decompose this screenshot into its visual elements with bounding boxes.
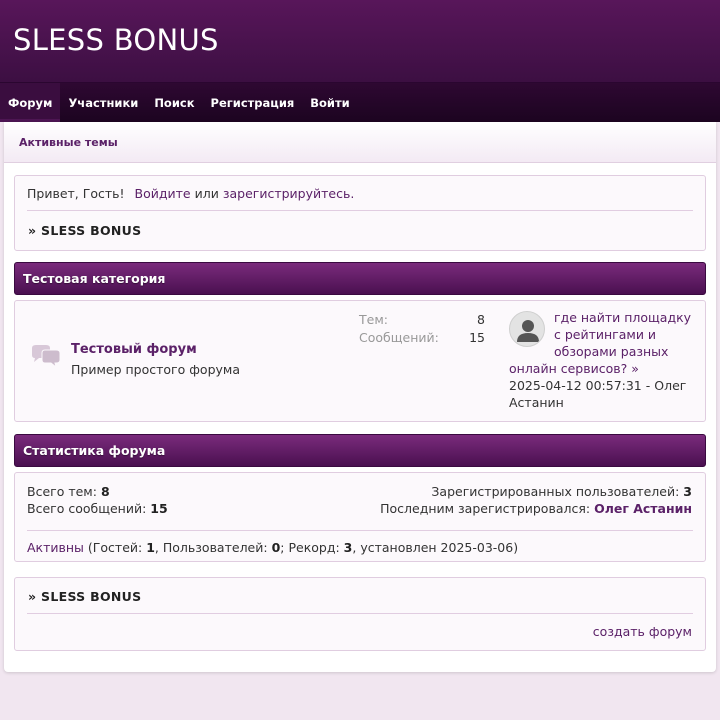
- nav-search[interactable]: Поиск: [146, 83, 202, 122]
- welcome-line: Привет, Гость! Войдите или зарегистрируй…: [27, 186, 354, 201]
- total-posts-label: Всего сообщений:: [27, 501, 147, 516]
- main-nav: Форум Участники Поиск Регистрация Войти: [0, 82, 720, 122]
- forum-stats: Тем: 8 Сообщений: 15: [359, 311, 485, 347]
- stats-box: Всего тем: 8 Всего сообщений: 15 Зарегис…: [14, 472, 706, 562]
- nav-login[interactable]: Войти: [302, 83, 357, 122]
- divider: [27, 210, 693, 211]
- topics-label: Тем:: [359, 312, 388, 327]
- register-link[interactable]: зарегистрируйтесь: [223, 186, 351, 201]
- last-registered-row: Последним зарегистрировался: Олег Астани…: [380, 500, 692, 517]
- registered-row: Зарегистрированных пользователей: 3: [380, 483, 692, 500]
- breadcrumb-arrow: »: [28, 223, 37, 238]
- last-registered-user-link[interactable]: Олег Астанин: [594, 501, 692, 516]
- registered-value: 3: [683, 484, 692, 499]
- total-posts-row: Всего сообщений: 15: [27, 500, 168, 517]
- posts-label: Сообщений:: [359, 330, 439, 345]
- forum-description: Пример простого форума: [71, 362, 240, 377]
- online-open: (Гостей:: [87, 540, 143, 555]
- posts-value: 15: [469, 330, 485, 345]
- last-post-meta: 2025-04-12 00:57:31 - Олег Астанин: [509, 377, 695, 411]
- breadcrumb: » SLESS BONUS: [28, 223, 141, 238]
- last-post: где найти площадку с рейтингами и обзора…: [509, 309, 695, 411]
- nav-forum[interactable]: Форум: [0, 83, 61, 122]
- category-title[interactable]: Тестовая категория: [23, 271, 165, 286]
- create-forum-link[interactable]: создать форум: [593, 624, 692, 639]
- registered-label: Зарегистрированных пользователей:: [431, 484, 680, 499]
- users-label: , Пользователей:: [154, 540, 268, 555]
- login-link[interactable]: Войдите: [135, 186, 191, 201]
- site-header: SLESS BONUS: [0, 0, 720, 82]
- online-row: Активны (Гостей: 1, Пользователей: 0; Ре…: [27, 540, 518, 555]
- last-post-arrow-link[interactable]: »: [631, 361, 639, 376]
- total-topics-row: Всего тем: 8: [27, 483, 168, 500]
- users-count: 0: [271, 540, 281, 555]
- bottom-box: » SLESS BONUS создать форум: [14, 577, 706, 651]
- forum-chat-icon: [30, 344, 62, 373]
- category-header: Тестовая категория: [14, 262, 706, 295]
- divider: [27, 613, 693, 614]
- last-post-date: 2025-04-12 00:57:31: [509, 378, 642, 393]
- register-period: .: [350, 186, 355, 201]
- breadcrumb-home[interactable]: SLESS BONUS: [41, 589, 141, 604]
- stats-right: Зарегистрированных пользователей: 3 Посл…: [380, 483, 692, 517]
- topics-value: 8: [477, 312, 485, 327]
- nav-register[interactable]: Регистрация: [203, 83, 303, 122]
- forum-name-link[interactable]: Тестовый форум: [71, 342, 197, 357]
- breadcrumb-bottom: » SLESS BONUS: [28, 589, 141, 604]
- main-panel: Активные темы Привет, Гость! Войдите или…: [4, 122, 716, 672]
- stats-left: Всего тем: 8 Всего сообщений: 15: [27, 483, 168, 517]
- divider: [27, 530, 693, 531]
- breadcrumb-arrow: »: [28, 589, 37, 604]
- online-link[interactable]: Активны: [27, 540, 84, 555]
- last-registered-label: Последним зарегистрировался:: [380, 501, 591, 516]
- welcome-box: Привет, Гость! Войдите или зарегистрируй…: [14, 175, 706, 251]
- stats-header: Статистика форума: [14, 434, 706, 467]
- subnav: Активные темы: [4, 122, 716, 163]
- record-date: , установлен 2025-03-06): [352, 540, 519, 555]
- nav-members[interactable]: Участники: [60, 83, 146, 122]
- last-post-dash: -: [641, 378, 655, 393]
- user-avatar-icon[interactable]: [509, 311, 545, 347]
- active-topics-link[interactable]: Активные темы: [19, 136, 118, 149]
- stats-title: Статистика форума: [23, 443, 166, 458]
- total-topics-value: 8: [100, 484, 110, 499]
- breadcrumb-home[interactable]: SLESS BONUS: [41, 223, 141, 238]
- or-text: или: [194, 186, 219, 201]
- total-posts-value: 15: [150, 501, 168, 516]
- guests-count: 1: [146, 540, 155, 555]
- record-label: ; Рекорд:: [280, 540, 340, 555]
- total-topics-label: Всего тем:: [27, 484, 97, 499]
- greeting: Привет, Гость!: [27, 186, 125, 201]
- site-title[interactable]: SLESS BONUS: [13, 23, 219, 57]
- forum-row: Тестовый форум Пример простого форума Те…: [14, 300, 706, 422]
